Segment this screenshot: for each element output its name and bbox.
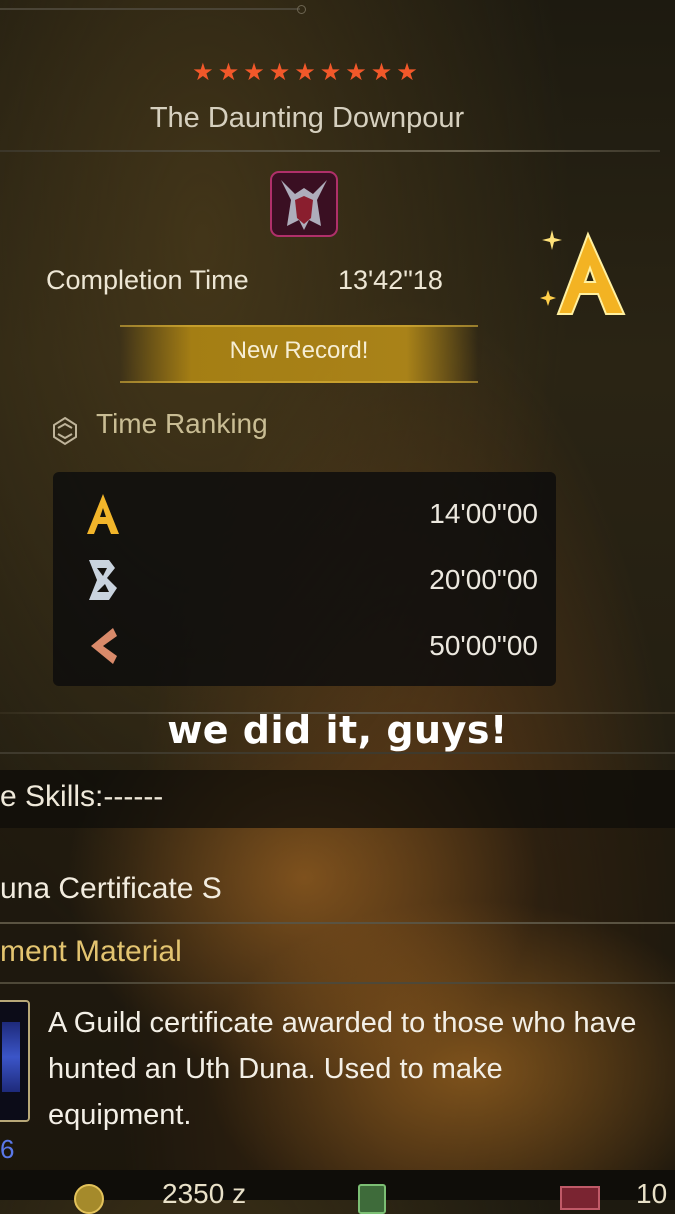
- rank-c-icon: [91, 628, 117, 664]
- time-ranking-label: Time Ranking: [96, 408, 268, 439]
- time-ranking-icon: [53, 416, 77, 446]
- rank-a-badge-icon: [540, 230, 626, 315]
- zenny-icon: [74, 1184, 104, 1214]
- item-count: 6: [0, 1134, 15, 1164]
- new-record-text: New Record!: [229, 337, 369, 364]
- rank-c-time: 50'00"00: [429, 630, 538, 661]
- rank-b-icon: [89, 560, 117, 600]
- zenny-amount: 2350 z: [162, 1178, 247, 1209]
- video-caption: we did it, guys!: [167, 708, 508, 752]
- header-divider: [0, 150, 660, 152]
- rank-b-time: 20'00"00: [429, 564, 538, 595]
- quest-star-rating: ★★★★★★★★★: [192, 58, 422, 86]
- certificate-icon: [2, 1022, 20, 1092]
- time-ranking-table: 14'00"00 20'00"00 50'00"00: [53, 472, 556, 686]
- completion-time-label: Completion Time: [46, 265, 249, 295]
- rank-a-icon: [87, 494, 119, 534]
- completion-time-value: 13'42"18: [338, 265, 443, 295]
- rank-row-a: 14'00"00: [53, 484, 556, 544]
- ticket-icon: [560, 1186, 600, 1210]
- rank-row-b: 20'00"00: [53, 550, 556, 610]
- item-description: A Guild certificate awarded to those who…: [48, 1007, 637, 1131]
- top-divider: [0, 5, 306, 14]
- quest-title: The Daunting Downpour: [149, 102, 465, 134]
- item-type: ment Material: [0, 935, 182, 968]
- rank-a-time: 14'00"00: [429, 498, 538, 529]
- reward-count: 10: [636, 1178, 668, 1209]
- points-icon: [358, 1184, 386, 1214]
- item-thumbnail-icon: [0, 1000, 30, 1122]
- section-divider-lower: [0, 752, 675, 754]
- monster-icon: [270, 171, 338, 237]
- item-name: una Certificate S: [0, 872, 222, 905]
- rank-row-c: 50'00"00: [53, 616, 556, 676]
- skills-text: e Skills:------: [0, 780, 164, 813]
- item-type-divider: [0, 982, 675, 984]
- item-divider: [0, 922, 675, 924]
